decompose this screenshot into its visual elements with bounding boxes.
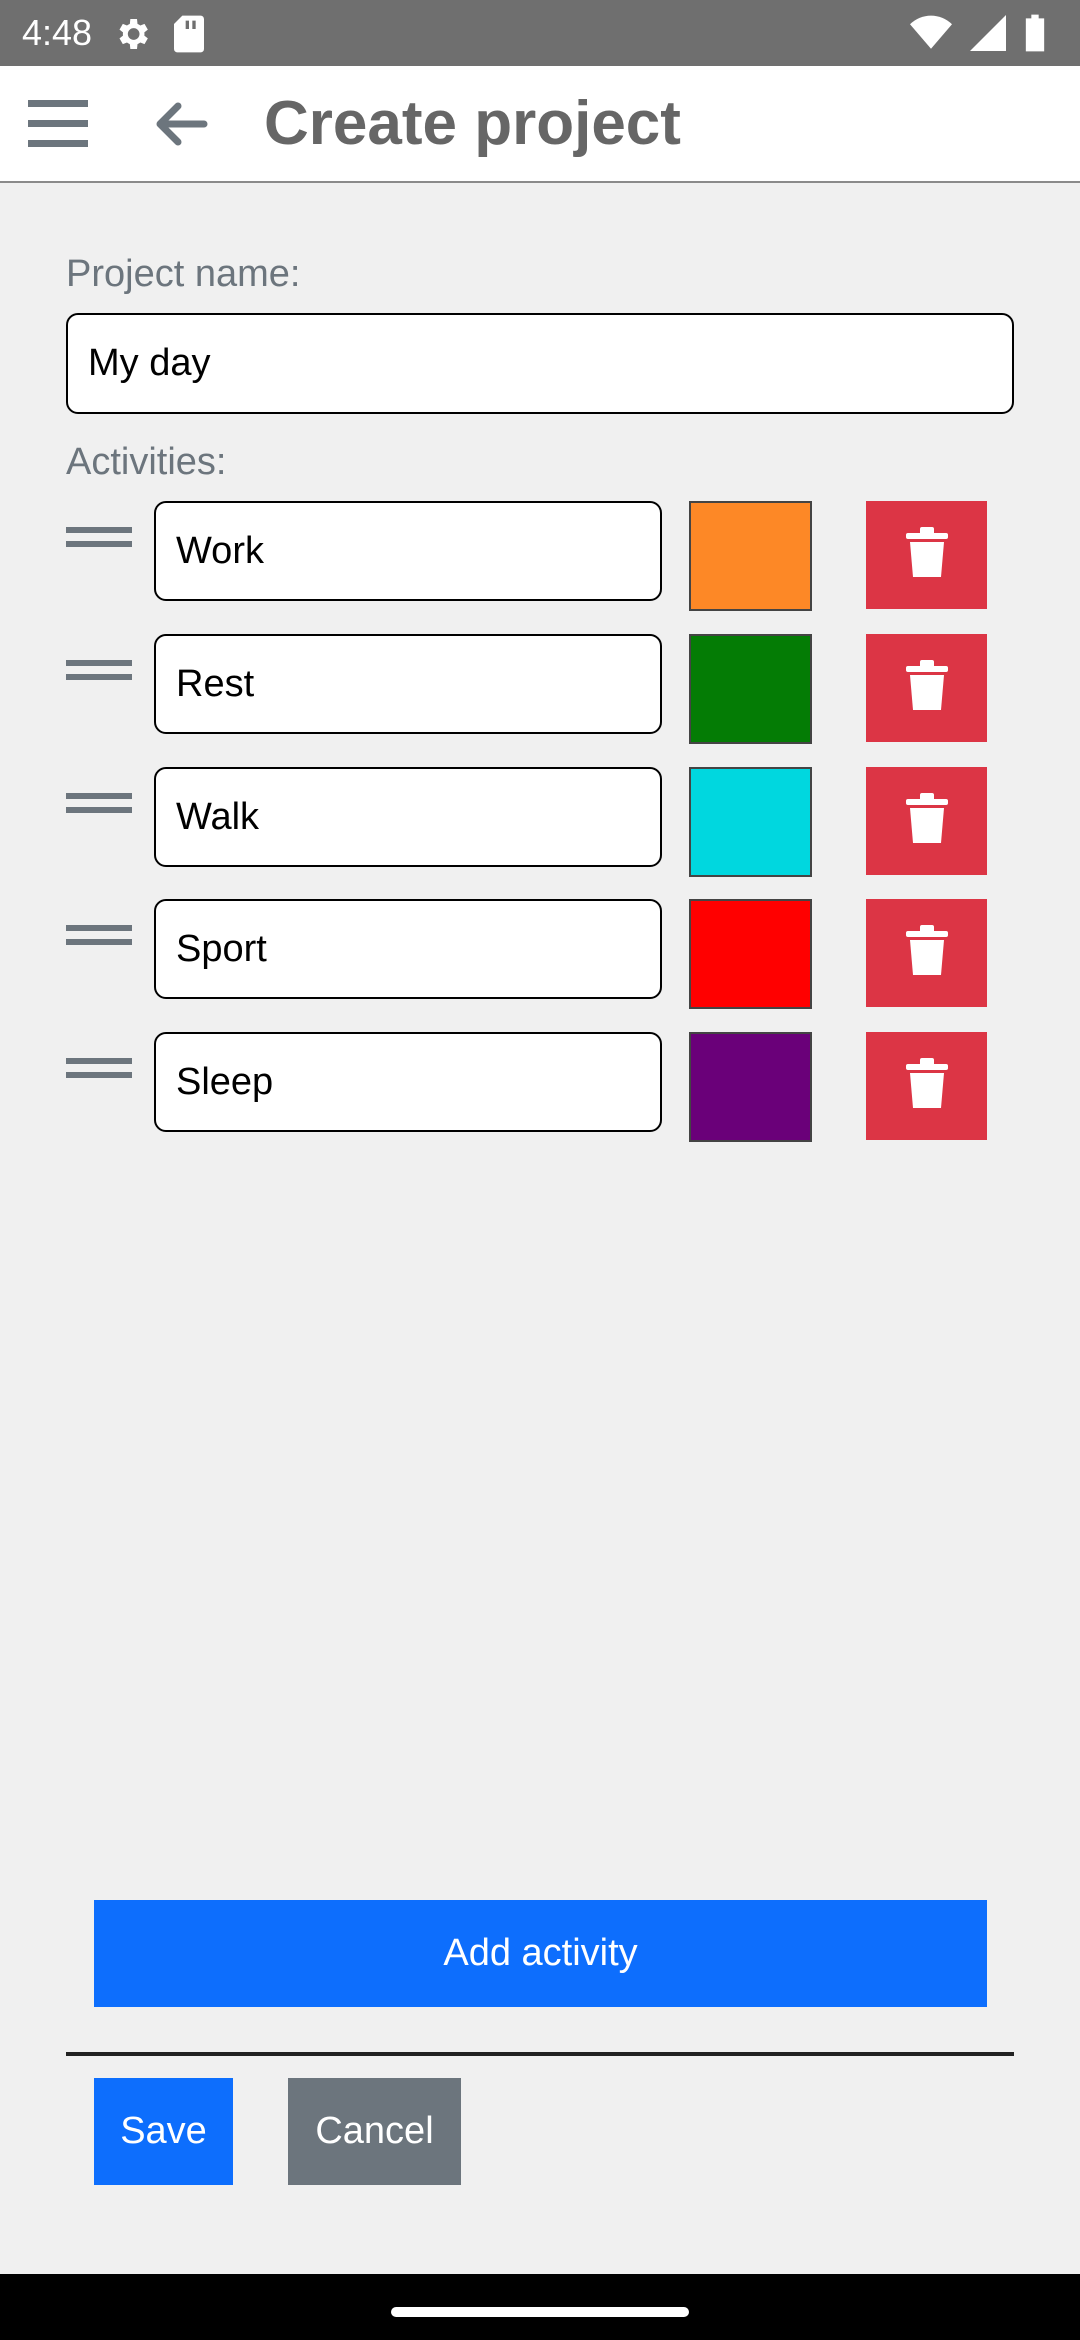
battery-icon bbox=[1024, 14, 1046, 57]
cancel-button[interactable]: Cancel bbox=[288, 2078, 461, 2185]
status-bar: 4:48 bbox=[0, 0, 1080, 66]
delete-activity-button[interactable] bbox=[866, 1032, 987, 1140]
drag-handle-icon[interactable] bbox=[66, 921, 132, 951]
delete-activity-button[interactable] bbox=[866, 634, 987, 742]
activity-color-swatch[interactable] bbox=[689, 501, 812, 611]
delete-activity-button[interactable] bbox=[866, 501, 987, 609]
status-icons-right bbox=[910, 14, 1046, 57]
menu-icon bbox=[28, 100, 88, 156]
trash-icon bbox=[905, 659, 948, 717]
signal-icon bbox=[970, 15, 1006, 56]
back-button[interactable] bbox=[152, 96, 212, 152]
settings-icon bbox=[112, 14, 152, 59]
save-button[interactable]: Save bbox=[94, 2078, 233, 2185]
status-time: 4:48 bbox=[22, 12, 93, 53]
navigation-bar bbox=[0, 2274, 1080, 2340]
arrow-back-icon bbox=[152, 102, 212, 156]
drag-handle-icon[interactable] bbox=[66, 1054, 132, 1084]
drag-handle-icon[interactable] bbox=[66, 789, 132, 819]
delete-activity-button[interactable] bbox=[866, 767, 987, 875]
wifi-icon bbox=[910, 15, 952, 56]
trash-icon bbox=[905, 924, 948, 982]
activity-color-swatch[interactable] bbox=[689, 899, 812, 1009]
sd-card-icon bbox=[172, 14, 206, 59]
drag-handle-icon[interactable] bbox=[66, 656, 132, 686]
activity-row: Walk bbox=[0, 767, 1080, 877]
trash-icon bbox=[905, 792, 948, 850]
activity-row: Rest bbox=[0, 634, 1080, 744]
status-icons-left bbox=[112, 14, 206, 59]
page-title: Create project bbox=[264, 89, 681, 158]
home-indicator[interactable] bbox=[391, 2307, 689, 2317]
activity-name-input[interactable]: Sleep bbox=[154, 1032, 662, 1132]
activity-name-input[interactable]: Rest bbox=[154, 634, 662, 734]
project-name-label: Project name: bbox=[66, 253, 301, 295]
drag-handle-icon[interactable] bbox=[66, 523, 132, 553]
activity-row: Sport bbox=[0, 899, 1080, 1009]
activity-name-input[interactable]: Walk bbox=[154, 767, 662, 867]
activity-color-swatch[interactable] bbox=[689, 767, 812, 877]
activity-row: Sleep bbox=[0, 1032, 1080, 1142]
delete-activity-button[interactable] bbox=[866, 899, 987, 1007]
activity-row: Work bbox=[0, 501, 1080, 611]
activity-name-input[interactable]: Sport bbox=[154, 899, 662, 999]
app-bar: Create project bbox=[0, 66, 1080, 183]
activity-name-input[interactable]: Work bbox=[154, 501, 662, 601]
menu-button[interactable] bbox=[28, 96, 88, 152]
activities-label: Activities: bbox=[66, 441, 227, 483]
trash-icon bbox=[905, 526, 948, 584]
activity-color-swatch[interactable] bbox=[689, 634, 812, 744]
add-activity-button[interactable]: Add activity bbox=[94, 1900, 987, 2007]
divider bbox=[66, 2052, 1014, 2056]
project-name-input[interactable]: My day bbox=[66, 313, 1014, 414]
trash-icon bbox=[905, 1057, 948, 1115]
activity-color-swatch[interactable] bbox=[689, 1032, 812, 1142]
